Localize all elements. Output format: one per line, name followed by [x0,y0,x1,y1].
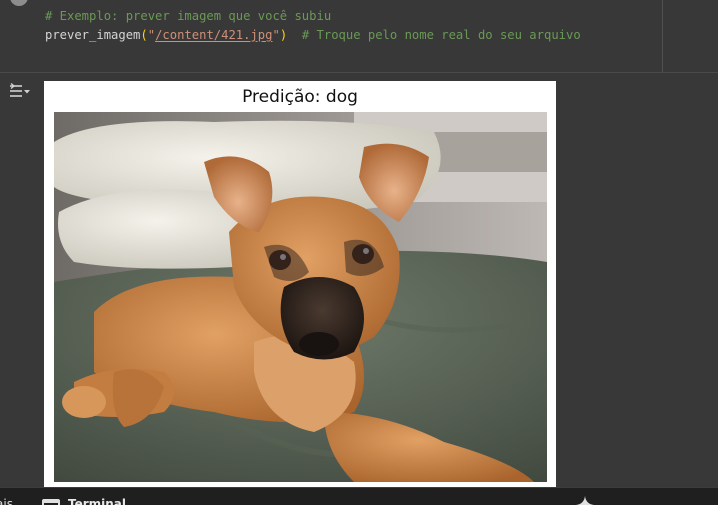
cell-toolbar-strip [662,0,718,72]
code-open-paren: ( [140,28,148,42]
terminal-icon [42,499,60,505]
output-collapse-icon[interactable] [8,81,32,101]
code-quote-close: " [272,28,280,42]
run-cell-button[interactable] [10,0,28,6]
code-function-name: prever_imagem [45,28,141,42]
code-path-link[interactable]: /content/421.jpg [155,28,272,42]
colab-page: # Exemplo: prever imagem que você subiu … [0,0,718,505]
code-comment-line1: # Exemplo: prever imagem que você subiu [45,9,332,23]
bottom-status-bar: ais Terminal [0,487,718,505]
cell-output-area: Predição: dog [0,73,718,487]
code-quote-open: " [147,28,156,42]
code-comment-inline: # Troque pelo nome real do seu arquivo [287,28,581,42]
dog-photo [54,112,547,482]
status-left-label[interactable]: ais [0,497,13,505]
matplotlib-figure: Predição: dog [44,81,556,487]
gemini-sparkle-icon[interactable] [576,496,594,505]
figure-title: Predição: dog [242,87,358,107]
code-editor[interactable]: # Exemplo: prever imagem que você subiu … [45,7,581,45]
terminal-label: Terminal [68,497,127,505]
code-cell[interactable]: # Exemplo: prever imagem que você subiu … [0,0,662,72]
